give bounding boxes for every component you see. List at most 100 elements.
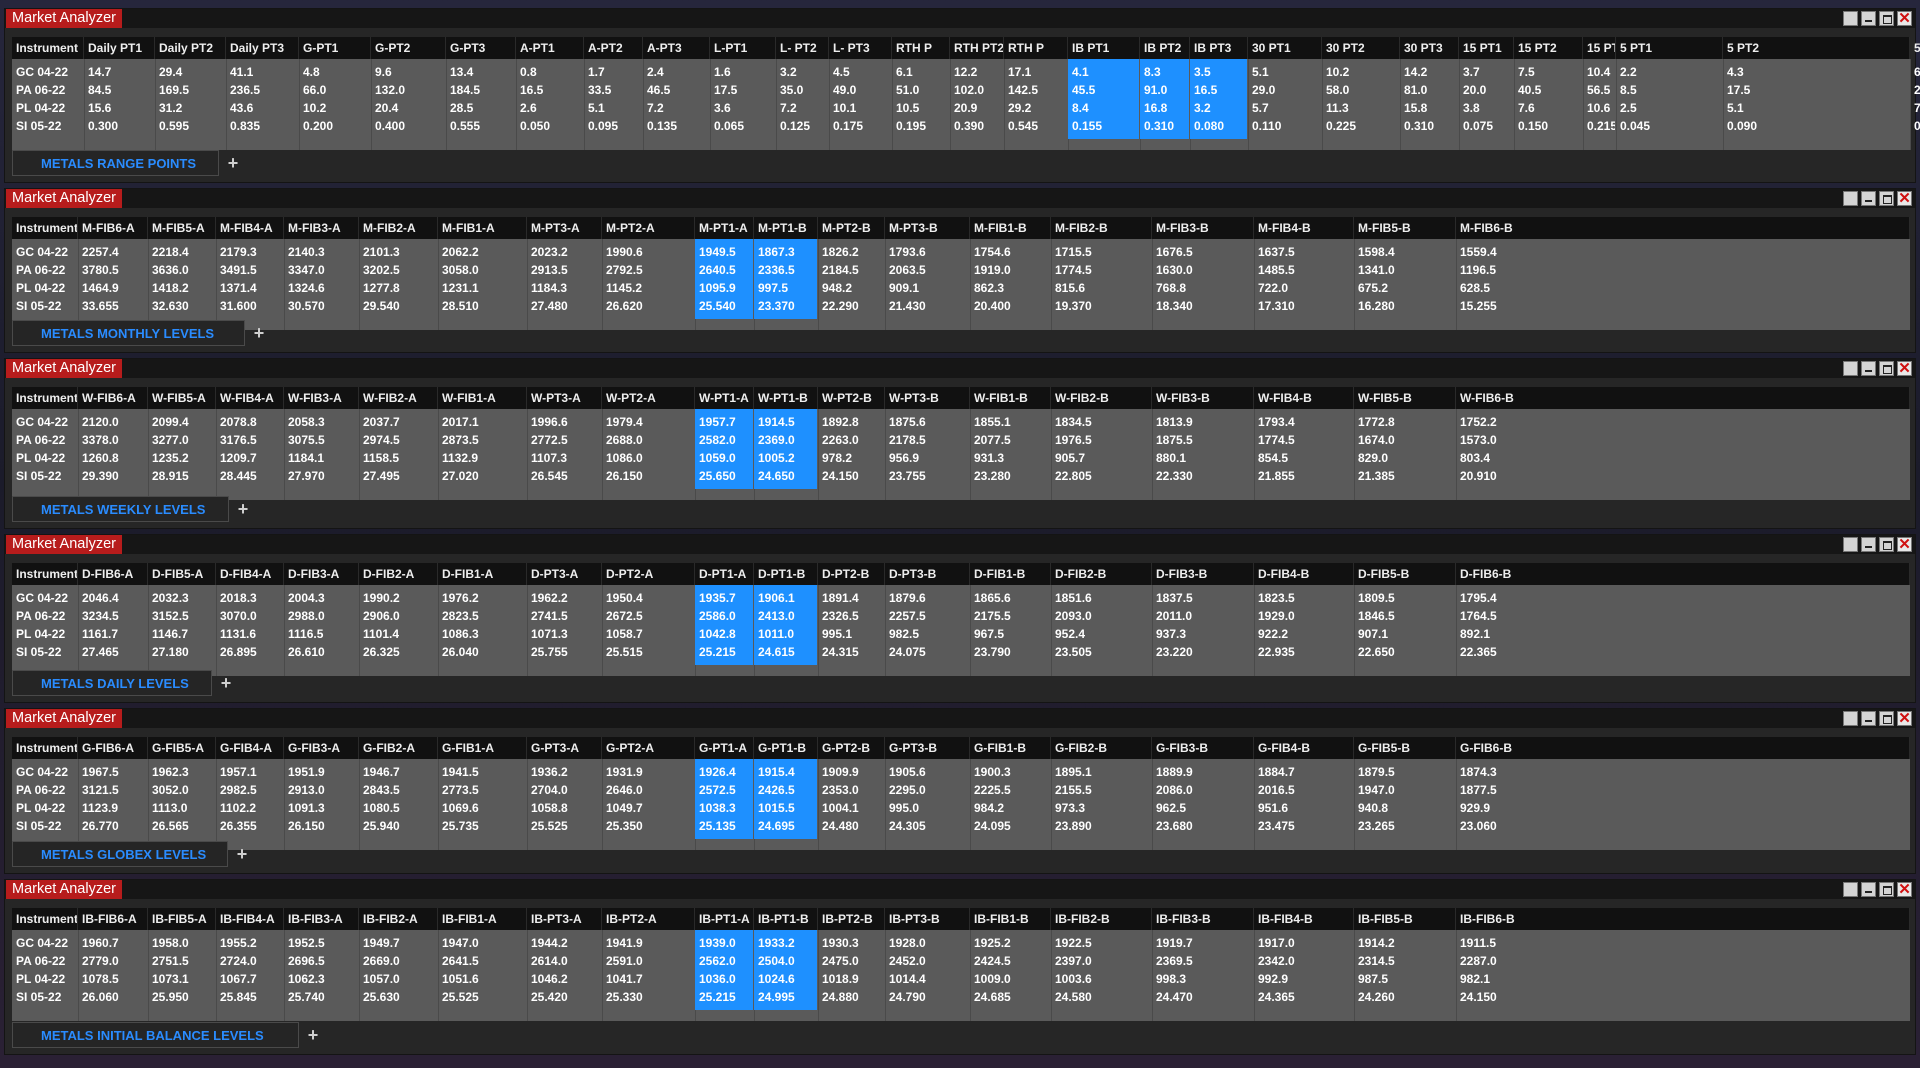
value-cell[interactable]: 1874.3 <box>1456 763 1909 781</box>
value-cell[interactable]: 102.0 <box>950 81 1003 99</box>
value-cell[interactable]: 1917.0 <box>1254 934 1353 952</box>
close-icon[interactable]: ✕ <box>1897 882 1912 897</box>
column-header[interactable]: W-FIB5-A <box>148 387 216 409</box>
value-cell[interactable]: 0.045 <box>1616 117 1722 135</box>
value-cell[interactable]: 27.465 <box>78 643 147 661</box>
value-cell[interactable]: 1996.6 <box>527 413 601 431</box>
value-cell[interactable]: 1914.2 <box>1354 934 1455 952</box>
column-header[interactable]: IB-FIB2-A <box>359 908 438 930</box>
value-cell[interactable]: 5.1 <box>1248 63 1321 81</box>
value-cell[interactable]: 1113.0 <box>148 799 215 817</box>
value-cell[interactable]: 7.6 <box>1514 99 1582 117</box>
highlighted-value-cell[interactable]: 1036.0 <box>695 970 753 988</box>
value-cell[interactable]: 940.8 <box>1354 799 1455 817</box>
column-header[interactable]: IB-FIB6-B <box>1456 908 1910 930</box>
value-cell[interactable]: 169.5 <box>155 81 225 99</box>
column-header[interactable]: IB-PT3-A <box>527 908 602 930</box>
value-cell[interactable]: 1018.9 <box>818 970 884 988</box>
value-cell[interactable]: 3636.0 <box>148 261 215 279</box>
value-cell[interactable]: 23.060 <box>1456 817 1909 835</box>
value-cell[interactable]: 2614.0 <box>527 952 601 970</box>
value-cell[interactable]: 1324.6 <box>284 279 358 297</box>
value-cell[interactable]: 854.5 <box>1254 449 1353 467</box>
value-cell[interactable]: 17.1 <box>1004 63 1067 81</box>
column-header[interactable]: M-PT3-B <box>885 217 970 239</box>
highlighted-value-cell[interactable]: 2426.5 <box>754 781 817 799</box>
column-header[interactable]: M-PT1-B <box>754 217 818 239</box>
value-cell[interactable]: 10.2 <box>1322 63 1399 81</box>
value-cell[interactable]: 1003.6 <box>1051 970 1151 988</box>
tab-metals[interactable]: METALS GLOBEX LEVELS <box>12 841 228 867</box>
column-header[interactable]: IB-FIB1-A <box>438 908 527 930</box>
value-cell[interactable]: 35.0 <box>776 81 828 99</box>
value-cell[interactable]: 2823.5 <box>438 607 526 625</box>
value-cell[interactable]: 2046.4 <box>78 589 147 607</box>
instrument-cell[interactable]: SI 05-22 <box>12 297 78 315</box>
restore-icon[interactable] <box>1843 882 1858 897</box>
column-header[interactable]: 15 PT3 <box>1583 37 1616 59</box>
value-cell[interactable]: 956.9 <box>885 449 969 467</box>
column-header[interactable]: W-FIB6-B <box>1456 387 1910 409</box>
column-header[interactable]: 5 PT3 <box>1910 37 1920 59</box>
value-cell[interactable]: 0.150 <box>1514 117 1582 135</box>
column-header[interactable]: G-FIB5-A <box>148 737 216 759</box>
value-cell[interactable]: 14.7 <box>84 63 154 81</box>
column-header[interactable]: 15 PT1 <box>1459 37 1514 59</box>
column-header[interactable]: G-PT3-A <box>527 737 602 759</box>
value-cell[interactable]: 28.5 <box>446 99 515 117</box>
highlighted-value-cell[interactable]: 2369.0 <box>754 431 817 449</box>
column-header[interactable]: G-FIB2-A <box>359 737 438 759</box>
column-header[interactable]: G-FIB4-A <box>216 737 284 759</box>
column-header[interactable]: IB-FIB3-B <box>1152 908 1254 930</box>
value-cell[interactable]: 2906.0 <box>359 607 437 625</box>
value-cell[interactable]: 931.3 <box>970 449 1050 467</box>
value-cell[interactable]: 25.755 <box>527 643 601 661</box>
value-cell[interactable]: 2257.4 <box>78 243 147 261</box>
value-cell[interactable]: 2058.3 <box>284 413 358 431</box>
value-cell[interactable]: 2688.0 <box>602 431 694 449</box>
value-cell[interactable]: 0.125 <box>776 117 828 135</box>
highlighted-value-cell[interactable]: 1915.4 <box>754 759 817 781</box>
value-cell[interactable]: 2062.2 <box>438 243 526 261</box>
column-header[interactable]: IB-PT2-A <box>602 908 695 930</box>
highlighted-value-cell[interactable]: 2572.5 <box>695 781 753 799</box>
value-cell[interactable]: 7.1 <box>1910 99 1920 117</box>
value-cell[interactable]: 1145.2 <box>602 279 694 297</box>
value-cell[interactable]: 880.1 <box>1152 449 1253 467</box>
tab-metals[interactable]: METALS WEEKLY LEVELS <box>12 496 229 522</box>
value-cell[interactable]: 995.1 <box>818 625 884 643</box>
value-cell[interactable]: 27.020 <box>438 467 526 485</box>
value-cell[interactable]: 2.4 <box>643 63 709 81</box>
highlighted-value-cell[interactable]: 2586.0 <box>695 607 753 625</box>
add-tab-icon[interactable]: + <box>223 153 243 173</box>
value-cell[interactable]: 1967.5 <box>78 763 147 781</box>
value-cell[interactable]: 1107.3 <box>527 449 601 467</box>
value-cell[interactable]: 4.5 <box>829 63 891 81</box>
value-cell[interactable]: 2669.0 <box>359 952 437 970</box>
highlighted-value-cell[interactable]: 1867.3 <box>754 239 817 261</box>
column-header[interactable]: G-FIB3-A <box>284 737 359 759</box>
value-cell[interactable]: 26.150 <box>602 467 694 485</box>
highlighted-value-cell[interactable]: 23.370 <box>754 297 817 319</box>
value-cell[interactable]: 84.5 <box>84 81 154 99</box>
value-cell[interactable]: 2078.8 <box>216 413 283 431</box>
column-header[interactable]: M-FIB6-B <box>1456 217 1910 239</box>
value-cell[interactable]: 2369.5 <box>1152 952 1253 970</box>
value-cell[interactable]: 1793.6 <box>885 243 969 261</box>
close-icon[interactable]: ✕ <box>1897 191 1912 206</box>
value-cell[interactable]: 2099.4 <box>148 413 215 431</box>
value-cell[interactable]: 3176.5 <box>216 431 283 449</box>
value-cell[interactable]: 0.545 <box>1004 117 1067 135</box>
value-cell[interactable]: 28.510 <box>438 297 526 315</box>
value-cell[interactable]: 26.565 <box>148 817 215 835</box>
value-cell[interactable]: 1123.9 <box>78 799 147 817</box>
highlighted-value-cell[interactable]: 25.650 <box>695 467 753 489</box>
highlighted-value-cell[interactable]: 1011.0 <box>754 625 817 643</box>
value-cell[interactable]: 1101.4 <box>359 625 437 643</box>
value-cell[interactable]: 1793.4 <box>1254 413 1353 431</box>
value-cell[interactable]: 2646.0 <box>602 781 694 799</box>
value-cell[interactable]: 1976.2 <box>438 589 526 607</box>
column-header-instrument[interactable]: Instrument <box>12 387 78 409</box>
value-cell[interactable]: 25.525 <box>438 988 526 1006</box>
value-cell[interactable]: 7.2 <box>643 99 709 117</box>
